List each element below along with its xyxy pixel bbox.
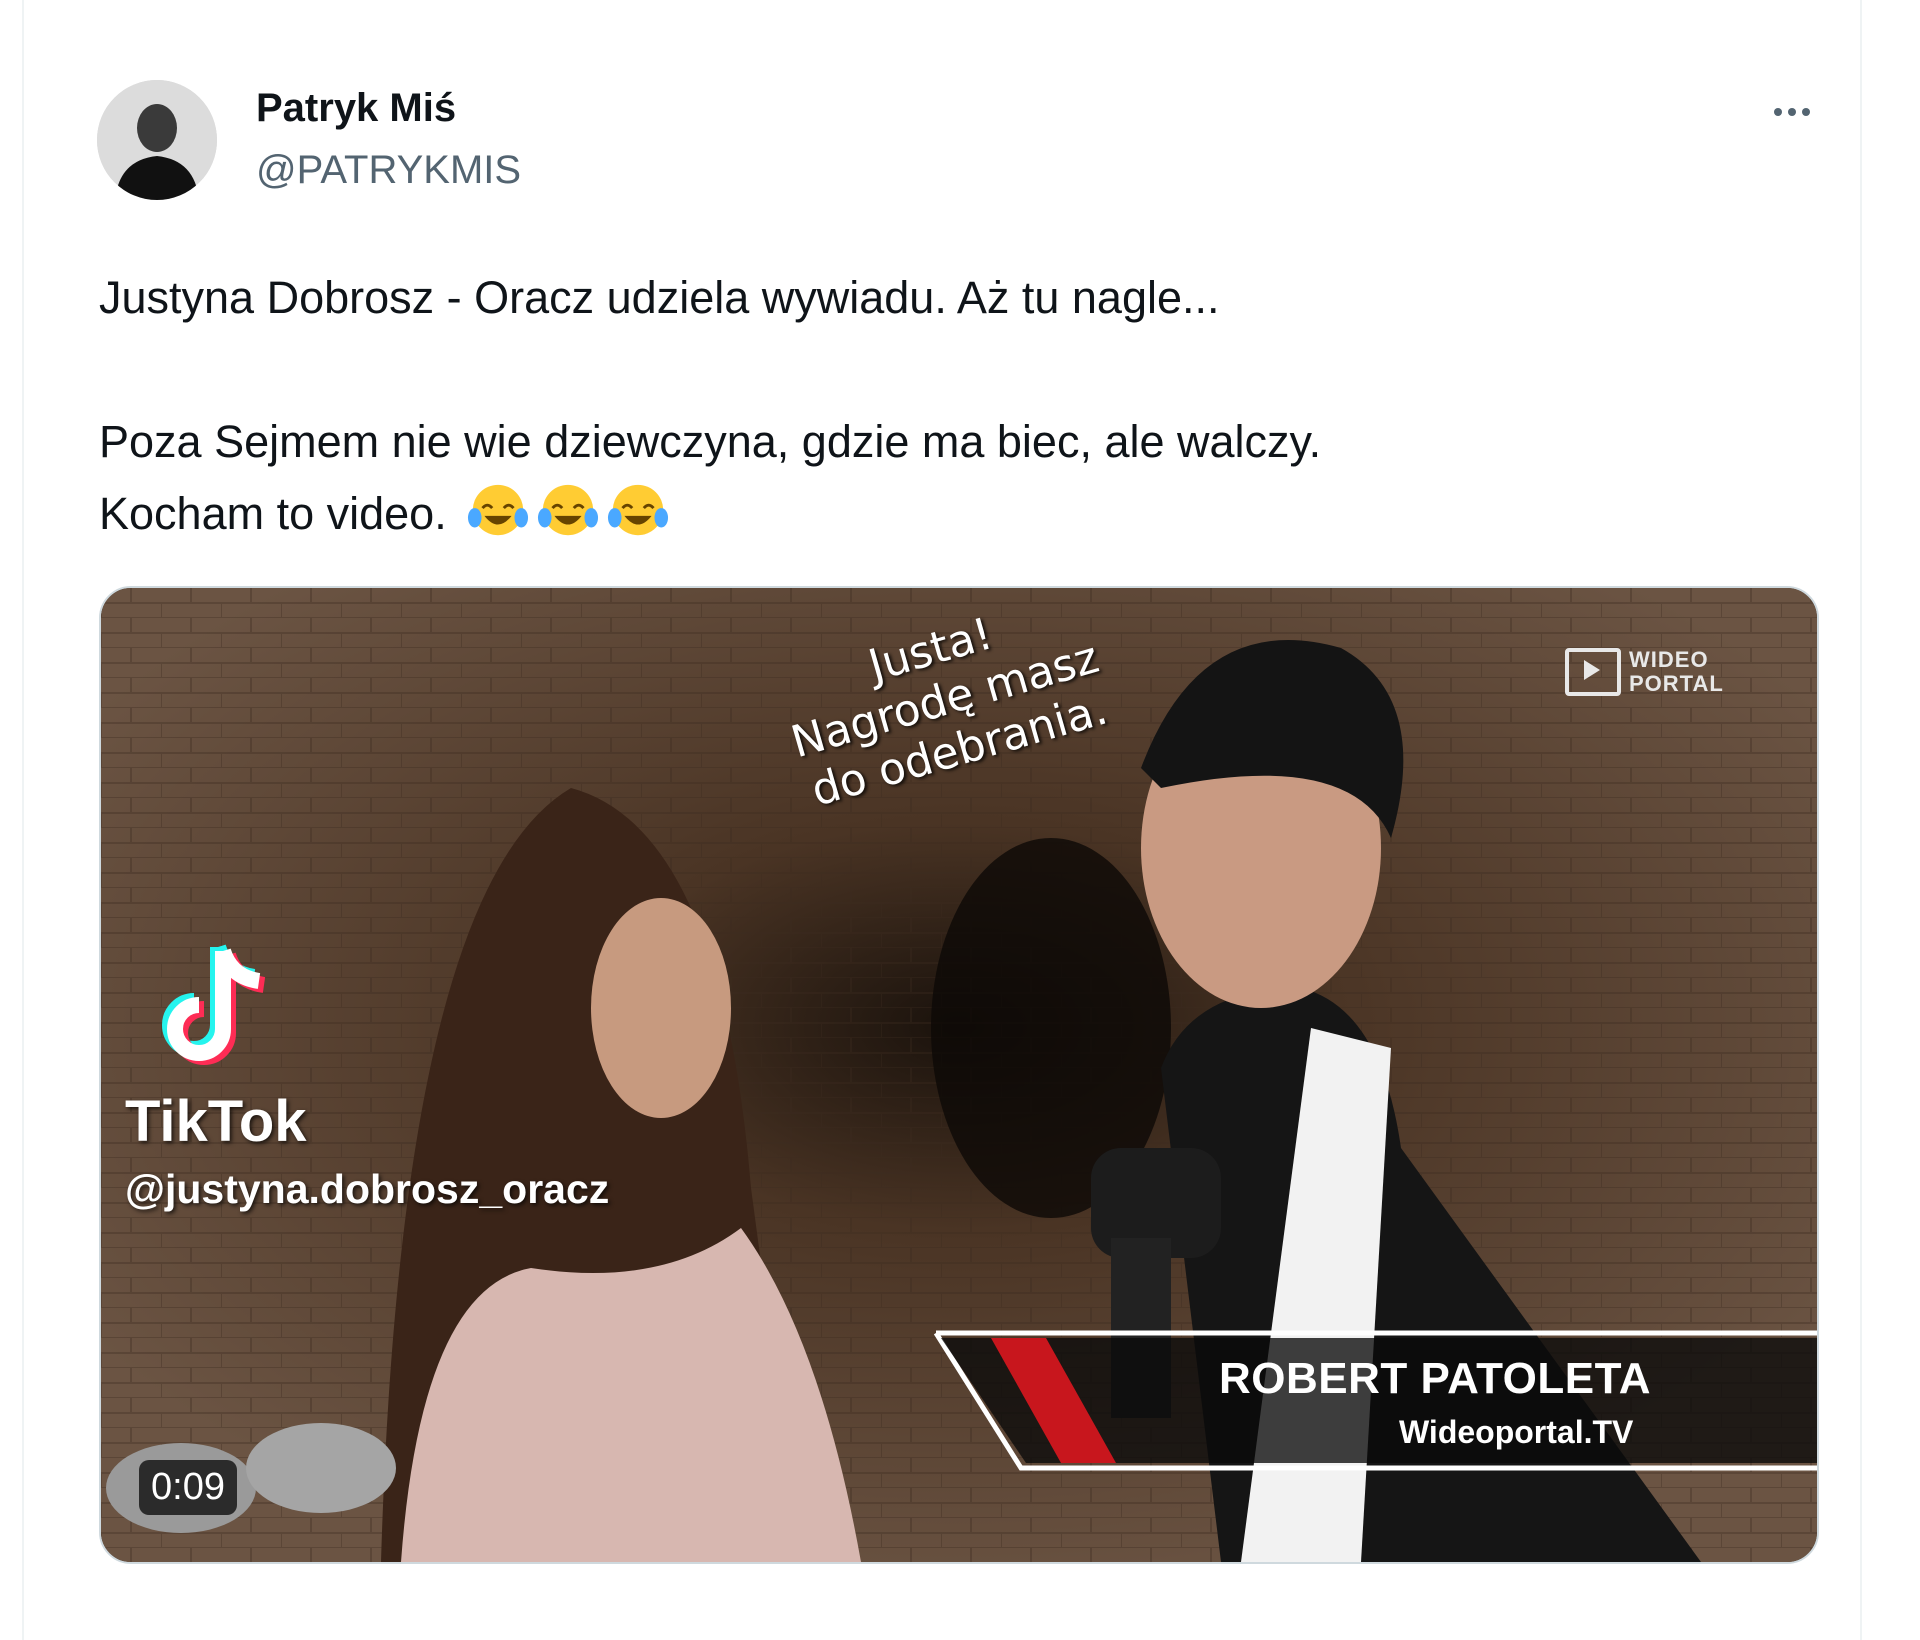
author-display-name[interactable]: Patryk Miś [256, 84, 456, 132]
video-player[interactable]: TikTok @justyna.dobrosz_oracz Justa! Nag… [99, 586, 1819, 1564]
logo-line: WIDEO [1629, 647, 1709, 672]
tweet-text: Justyna Dobrosz - Oracz udziela wywiadu.… [99, 262, 1819, 550]
tweet-line-2: Poza Sejmem nie wie dziewczyna, gdzie ma… [99, 416, 1322, 467]
more-options-icon[interactable] [1762, 92, 1822, 132]
author-handle[interactable]: @PATRYKMIS [256, 146, 521, 194]
tweet-line-1: Justyna Dobrosz - Oracz udziela wywiadu.… [99, 272, 1220, 323]
lower-third-name: ROBERT PATOLETA [1219, 1354, 1652, 1403]
tiktok-username: @justyna.dobrosz_oracz [125, 1166, 610, 1212]
tiktok-logo-icon [162, 944, 266, 1065]
logo-line: PORTAL [1629, 671, 1724, 696]
play-icon [1565, 648, 1621, 696]
wideo-portal-logo: WIDEO PORTAL [1565, 648, 1724, 696]
lower-third-site: Wideoportal.TV [1399, 1414, 1634, 1450]
video-duration-badge: 0:09 [139, 1460, 237, 1515]
tiktok-brand: TikTok [125, 1089, 307, 1154]
face-with-tears-of-joy-icon [468, 484, 529, 536]
tweet-line-3: Kocham to video. [99, 488, 447, 539]
tweet-card: Patryk Miś @PATRYKMIS Justyna Dobrosz - … [22, 0, 1862, 1640]
face-with-tears-of-joy-icon [538, 484, 599, 536]
face-with-tears-of-joy-icon [608, 484, 669, 536]
avatar[interactable] [97, 80, 217, 200]
